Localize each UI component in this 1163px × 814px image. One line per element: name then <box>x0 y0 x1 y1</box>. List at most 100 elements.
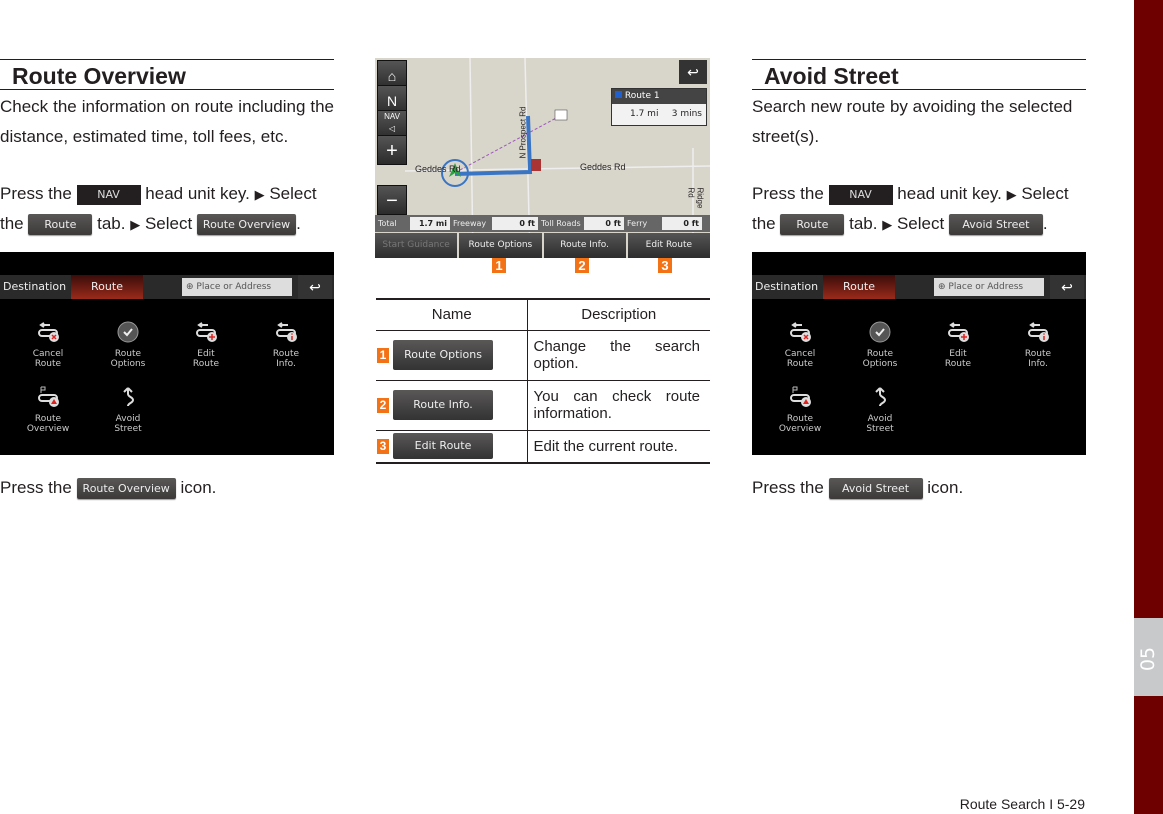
route-summary-values: 1.7 mi 3 mins <box>612 104 706 125</box>
edit-route-icon <box>196 322 217 342</box>
headunit-tab-bar: Destination Route ⊕ Place or Address ↩ <box>0 275 334 299</box>
avoid-street-chip: Avoid Street <box>828 478 923 500</box>
item-label: Cancel <box>32 349 64 359</box>
step-text: Press the <box>752 478 824 497</box>
row-description: You can check route information. <box>533 388 701 422</box>
poi-icon <box>531 159 541 171</box>
edit-route-chip: Edit Route <box>393 433 493 460</box>
route-action-bar: Start Guidance Route Options Route Info.… <box>375 233 710 258</box>
step-text: the <box>752 214 776 233</box>
item-label: Edit <box>949 349 967 359</box>
menu-route-overview[interactable]: Route Overview <box>18 386 78 434</box>
route-summary-box: Route 1 1.7 mi 3 mins <box>611 88 707 126</box>
menu-cancel-route[interactable]: Cancel Route <box>18 321 78 369</box>
nav-volume-label: NAV <box>384 112 400 121</box>
headunit-screen-left: Destination Route ⊕ Place or Address ↩ C… <box>0 252 334 455</box>
table-row: 3 Edit Route Edit the current route. <box>376 430 710 464</box>
tab-destination[interactable]: Destination <box>3 275 69 299</box>
description-cell: Change the search option. <box>527 330 710 381</box>
zoom-in-button[interactable]: + <box>377 135 407 165</box>
avoid-street-step2: the Route tab. ▶ Select Avoid Street. <box>752 209 1092 240</box>
menu-edit-route[interactable]: Edit Route <box>928 321 988 369</box>
item-label: Overview <box>778 424 822 434</box>
step-text: Press the <box>0 478 72 497</box>
route-info-button[interactable]: Route Info. <box>543 233 626 258</box>
back-button[interactable]: ↩ <box>1050 275 1084 299</box>
column-header-description: Description <box>527 298 710 331</box>
tab-route[interactable]: Route <box>823 275 895 299</box>
menu-avoid-street[interactable]: Avoid Street <box>850 386 910 434</box>
item-label: Route <box>786 414 814 424</box>
stat-value: 0 ft <box>492 217 538 230</box>
avoid-street-icon <box>123 387 135 407</box>
route-info-icon <box>276 322 297 342</box>
route-stats-bar: Total 1.7 mi Freeway 0 ft Toll Roads 0 f… <box>375 215 710 232</box>
stat-value: 1.7 mi <box>410 217 450 230</box>
item-label: Route <box>944 359 972 369</box>
back-button[interactable]: ↩ <box>298 275 332 299</box>
table-header-row: Name Description <box>376 298 710 331</box>
item-label: Street <box>866 424 894 434</box>
callout-marker-1: 1 <box>492 258 506 273</box>
headunit-screen-right: Destination Route ⊕ Place or Address ↩ C… <box>752 252 1086 455</box>
route-tab-chip: Route <box>780 214 845 236</box>
tab-route[interactable]: Route <box>71 275 143 299</box>
edit-route-icon <box>948 322 969 342</box>
cancel-route-icon <box>790 322 811 342</box>
description-cell: You can check route information. <box>527 380 710 431</box>
edit-route-button[interactable]: Edit Route <box>627 233 710 258</box>
nav-key: NAV <box>76 184 141 205</box>
cancel-route-icon <box>38 322 59 342</box>
arrow-right-icon: ▶ <box>882 217 893 232</box>
route-overview-step2: the Route tab. ▶ Select Route Overview. <box>0 209 340 240</box>
stat-value: 0 ft <box>584 217 624 230</box>
step-text: tab. <box>849 214 878 233</box>
search-input[interactable]: ⊕ Place or Address <box>182 278 292 296</box>
avoid-street-step1: Press the NAV head unit key. ▶ Select <box>752 179 1092 210</box>
menu-edit-route[interactable]: Edit Route <box>176 321 236 369</box>
name-cell: 1 Route Options <box>376 330 528 381</box>
street-label: N Prospect Rd <box>518 106 528 159</box>
step-text: Press the <box>0 184 72 203</box>
menu-cancel-route[interactable]: Cancel Route <box>770 321 830 369</box>
item-label: Edit <box>197 349 215 359</box>
route-overview-press-step: Press the Route Overview icon. <box>0 473 340 503</box>
menu-route-options[interactable]: Route Options <box>98 321 158 369</box>
menu-route-overview[interactable]: Route Overview <box>770 386 830 434</box>
route-options-button[interactable]: Route Options <box>459 233 542 258</box>
start-guidance-button[interactable]: Start Guidance <box>375 233 458 258</box>
menu-route-info[interactable]: Route Info. <box>256 321 316 369</box>
stat-label: Ferry <box>627 219 648 228</box>
map-screen: Geddes Rd Geddes Rd N Prospect Rd Ridge … <box>375 58 710 258</box>
destination-flag-icon <box>554 109 568 121</box>
item-label: Route <box>34 414 62 424</box>
row-description: Change the search option. <box>533 338 701 372</box>
section-title-route-overview: Route Overview <box>0 59 334 90</box>
menu-avoid-street[interactable]: Avoid Street <box>98 386 158 434</box>
section-title-avoid-street: Avoid Street <box>752 59 1086 90</box>
stat-value: 0 ft <box>662 217 702 230</box>
tab-destination[interactable]: Destination <box>755 275 821 299</box>
step-text: tab. <box>97 214 126 233</box>
search-input[interactable]: ⊕ Place or Address <box>934 278 1044 296</box>
route-distance: 1.7 mi <box>630 109 659 119</box>
name-cell: 2 Route Info. <box>376 380 528 431</box>
table-row: 2 Route Info. You can check route informa… <box>376 380 710 431</box>
back-button[interactable]: ↩ <box>679 60 707 84</box>
row-number: 3 <box>377 438 389 454</box>
chapter-number: 05 <box>1137 646 1160 672</box>
item-label: Street <box>114 424 142 434</box>
menu-route-options[interactable]: Route Options <box>850 321 910 369</box>
item-label: Info. <box>276 359 296 369</box>
callout-marker-3: 3 <box>658 258 672 273</box>
step-text: icon. <box>927 478 964 497</box>
menu-route-info[interactable]: Route Info. <box>1008 321 1068 369</box>
item-label: Route <box>1024 349 1052 359</box>
item-label: Info. <box>1028 359 1048 369</box>
zoom-out-button[interactable]: − <box>377 185 407 215</box>
route-options-icon <box>869 321 891 343</box>
search-icon: ⊕ <box>186 282 194 292</box>
step-text: Select <box>144 214 193 233</box>
street-label: Geddes Rd <box>580 162 626 172</box>
route-color-swatch <box>615 91 622 98</box>
